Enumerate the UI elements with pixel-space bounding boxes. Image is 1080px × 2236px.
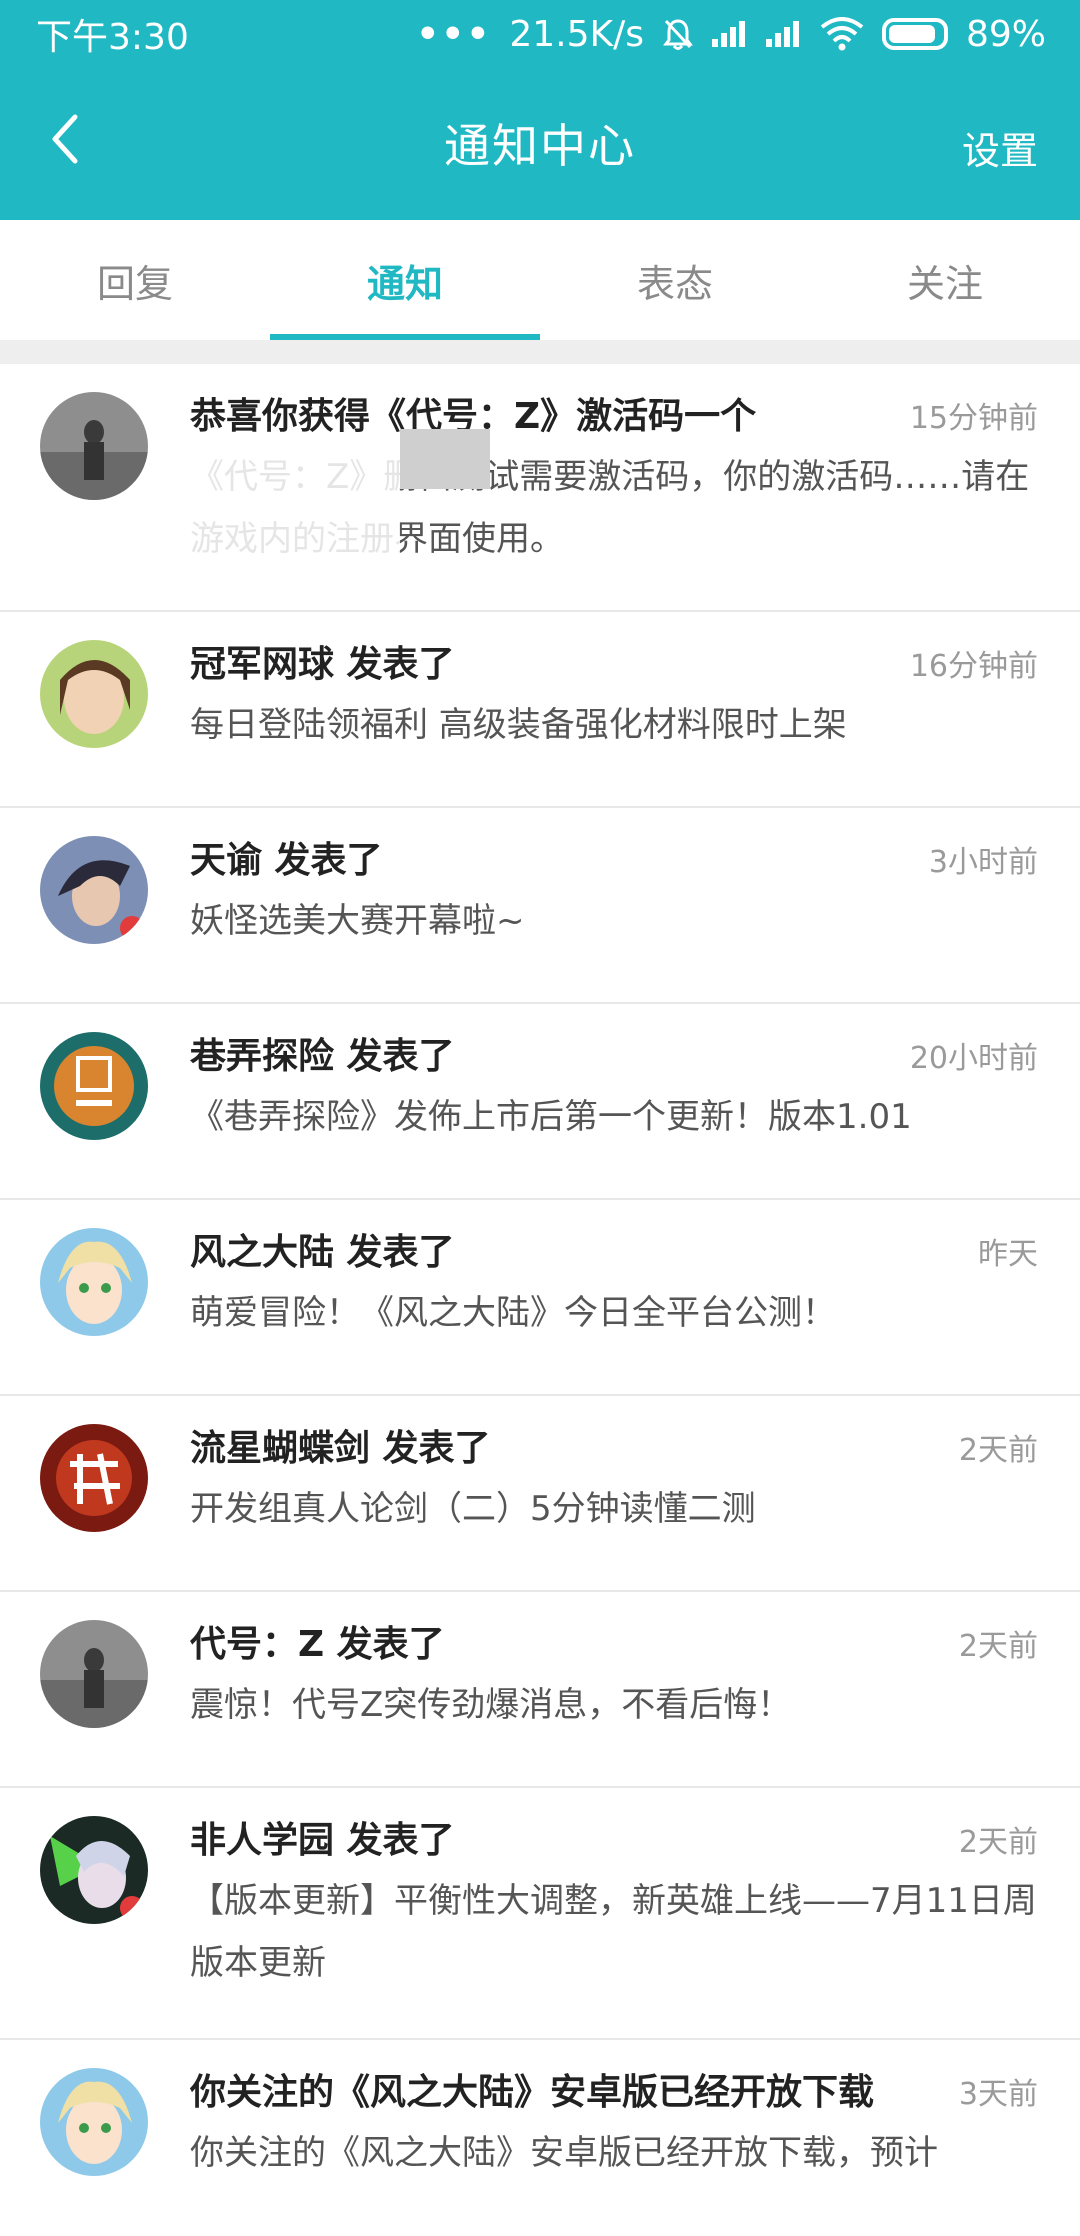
settings-button[interactable]: 设置 — [962, 120, 1038, 175]
item-title: 代号：Z 发表了 — [190, 1624, 445, 1665]
item-time: 2天前 — [958, 1433, 1038, 1468]
item-time: 3小时前 — [928, 845, 1038, 880]
list-item[interactable]: 天谕 发表了 3小时前 妖怪选美大赛开幕啦~ — [0, 808, 1080, 1004]
list-item[interactable]: 冠军网球 发表了 16分钟前 每日登陆领福利 高级装备强化材料限时上架 — [0, 612, 1080, 808]
item-title: 天谕 发表了 — [190, 840, 383, 881]
list-item[interactable]: 流星蝴蝶剑 发表了 2天前 开发组真人论剑（二）5分钟读懂二测 — [0, 1396, 1080, 1592]
battery-icon — [881, 18, 948, 50]
anime-character-avatar — [40, 1816, 148, 1924]
redaction-mask — [150, 444, 400, 584]
anime-boy-avatar — [40, 1228, 148, 1336]
page-title: 通知中心 — [444, 119, 636, 173]
item-title: 流星蝴蝶剑 发表了 — [190, 1428, 491, 1469]
item-time: 16分钟前 — [909, 649, 1038, 684]
zombie-game-avatar — [40, 1620, 148, 1728]
tennis-girl-avatar — [40, 640, 148, 748]
item-body: 萌爱冒险！《风之大陆》今日全平台公测！ — [190, 1293, 836, 1333]
list-item[interactable]: 你关注的《风之大陆》安卓版已经开放下载 3天前 你关注的《风之大陆》安卓版已经开… — [0, 2040, 1080, 2236]
item-time: 15分钟前 — [909, 401, 1038, 436]
item-body: 【版本更新】平衡性大调整，新英雄上线——7月11日周版本更新 — [190, 1881, 1037, 1983]
item-title: 你关注的《风之大陆》安卓版已经开放下载 — [190, 2072, 875, 2113]
list-item[interactable]: 代号：Z 发表了 2天前 震惊！代号Z突传劲爆消息，不看后悔！ — [0, 1592, 1080, 1788]
status-bar: 下午3:30 ••• 21.5K/s 89% — [0, 0, 1080, 68]
tab-reply[interactable]: 回复 — [0, 220, 270, 340]
item-title: 巷弄探险 发表了 — [190, 1036, 455, 1077]
item-title: 风之大陆 发表了 — [190, 1232, 455, 1273]
alleys-logo-avatar — [40, 1032, 148, 1140]
item-time: 2天前 — [958, 1825, 1038, 1860]
wifi-icon — [820, 17, 864, 51]
item-body: 每日登陆领福利 高级装备强化材料限时上架 — [190, 705, 847, 745]
list-item[interactable]: 恭喜你获得《代号：Z》激活码一个 15分钟前 《代号：Z》删档测试需要激活码，你… — [0, 364, 1080, 612]
section-divider — [0, 340, 1080, 364]
item-body: 开发组真人论剑（二）5分钟读懂二测 — [190, 1489, 756, 1529]
network-speed: 21.5K/s — [509, 13, 644, 55]
mute-bell-icon — [662, 19, 693, 50]
redaction-mask-2 — [400, 429, 490, 489]
item-title: 非人学园 发表了 — [190, 1820, 455, 1861]
item-body: 你关注的《风之大陆》安卓版已经开放下载，预计 — [190, 2133, 938, 2173]
status-icons: ••• 21.5K/s 89% — [416, 14, 1046, 55]
list-item[interactable]: 风之大陆 发表了 昨天 萌爱冒险！《风之大陆》今日全平台公测！ — [0, 1200, 1080, 1396]
item-body: 《巷弄探险》发佈上市后第一个更新！版本1.01 — [190, 1097, 912, 1137]
meteor-sword-avatar — [40, 1424, 148, 1532]
item-body: 妖怪选美大赛开幕啦~ — [190, 901, 525, 941]
tianyu-hero-avatar — [40, 836, 148, 944]
item-body: 震惊！代号Z突传劲爆消息，不看后悔！ — [190, 1685, 792, 1725]
item-time: 20小时前 — [909, 1041, 1038, 1076]
item-time: 2天前 — [958, 1629, 1038, 1664]
list-item[interactable]: 巷弄探险 发表了 20小时前 《巷弄探险》发佈上市后第一个更新！版本1.01 — [0, 1004, 1080, 1200]
tab-notification[interactable]: 通知 — [270, 220, 540, 340]
item-time: 昨天 — [978, 1237, 1038, 1272]
signal-icon — [711, 19, 748, 49]
tab-follow[interactable]: 关注 — [810, 220, 1080, 340]
item-time: 3天前 — [958, 2077, 1038, 2112]
notification-list: 恭喜你获得《代号：Z》激活码一个 15分钟前 《代号：Z》删档测试需要激活码，你… — [0, 364, 1080, 2236]
item-title: 冠军网球 发表了 — [190, 644, 455, 685]
battery-percent: 89% — [965, 13, 1046, 55]
app-header: 通知中心 设置 — [0, 68, 1080, 220]
tab-bar: 回复 通知 表态 关注 — [0, 220, 1080, 340]
more-dots-icon: ••• — [416, 13, 492, 55]
status-time: 下午3:30 — [36, 17, 189, 58]
tab-reaction[interactable]: 表态 — [540, 220, 810, 340]
list-item[interactable]: 非人学园 发表了 2天前 【版本更新】平衡性大调整，新英雄上线——7月11日周版… — [0, 1788, 1080, 2040]
zombie-game-avatar — [40, 392, 148, 500]
signal-icon-2 — [765, 19, 802, 49]
